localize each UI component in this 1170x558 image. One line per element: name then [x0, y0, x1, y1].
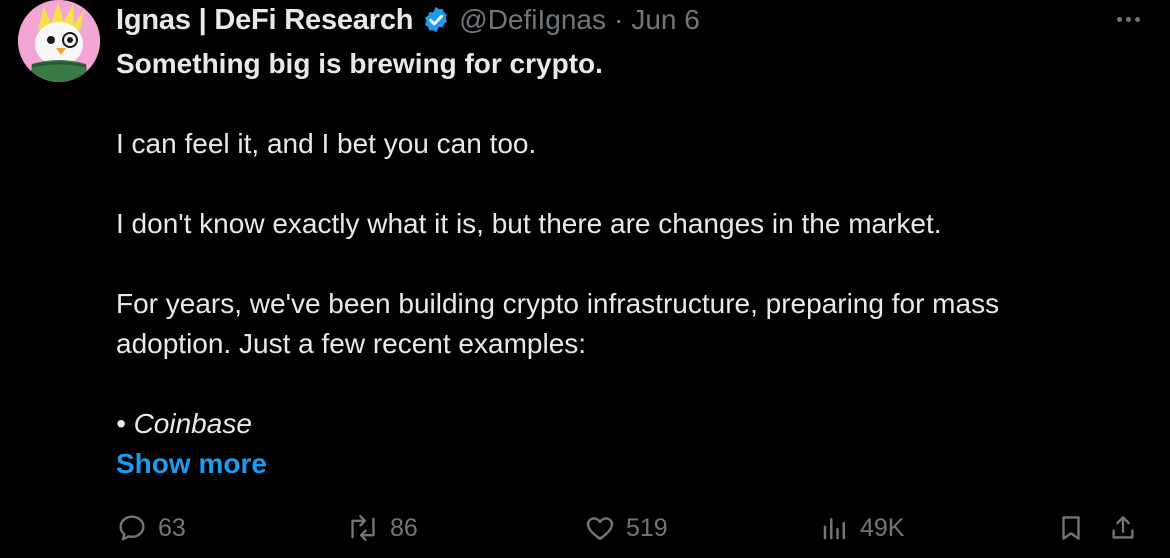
post-paragraph-3-line-2: adoption. Just a few recent examples:: [116, 328, 587, 359]
repost-icon: [346, 512, 380, 544]
repost-count: 86: [390, 513, 418, 542]
show-more-link[interactable]: Show more: [116, 444, 1116, 484]
post-paragraph-2: I don't know exactly what it is, but the…: [116, 208, 942, 239]
author-name[interactable]: Ignas | DeFi Research: [116, 4, 413, 37]
repost-button[interactable]: 86: [346, 508, 418, 548]
avatar-penguin-icon: [18, 0, 100, 82]
views-button[interactable]: 49K: [820, 508, 904, 548]
like-button[interactable]: 519: [584, 508, 668, 548]
action-bar: 63 86 519 49K: [116, 508, 1140, 548]
reply-icon: [116, 512, 148, 544]
separator-dot: ·: [613, 4, 624, 35]
post-paragraph-3-line-1: For years, we've been building crypto in…: [116, 288, 1000, 319]
bookmark-button[interactable]: [1056, 508, 1086, 548]
verified-badge-icon[interactable]: [421, 5, 451, 35]
share-icon: [1108, 512, 1138, 544]
post-date[interactable]: Jun 6: [631, 4, 700, 36]
avatar[interactable]: [18, 0, 100, 82]
post-paragraph-1: I can feel it, and I bet you can too.: [116, 128, 537, 159]
share-button[interactable]: [1108, 508, 1138, 548]
views-count: 49K: [860, 513, 905, 542]
post-lead: Something big is brewing for crypto.: [116, 48, 603, 79]
author-handle[interactable]: @DefiIgnas: [459, 4, 606, 36]
like-icon: [584, 512, 616, 544]
more-horizontal-icon[interactable]: [1108, 4, 1148, 34]
post-body: Something big is brewing for crypto. I c…: [116, 44, 1116, 484]
like-count: 519: [626, 513, 668, 542]
post-bullet: • Coinbase: [116, 408, 252, 439]
reply-button[interactable]: 63: [116, 508, 186, 548]
views-icon: [820, 513, 850, 543]
bookmark-icon: [1056, 512, 1086, 544]
reply-count: 63: [158, 513, 186, 542]
post-header: Ignas | DeFi Research @DefiIgnas · Jun 6: [116, 2, 700, 38]
